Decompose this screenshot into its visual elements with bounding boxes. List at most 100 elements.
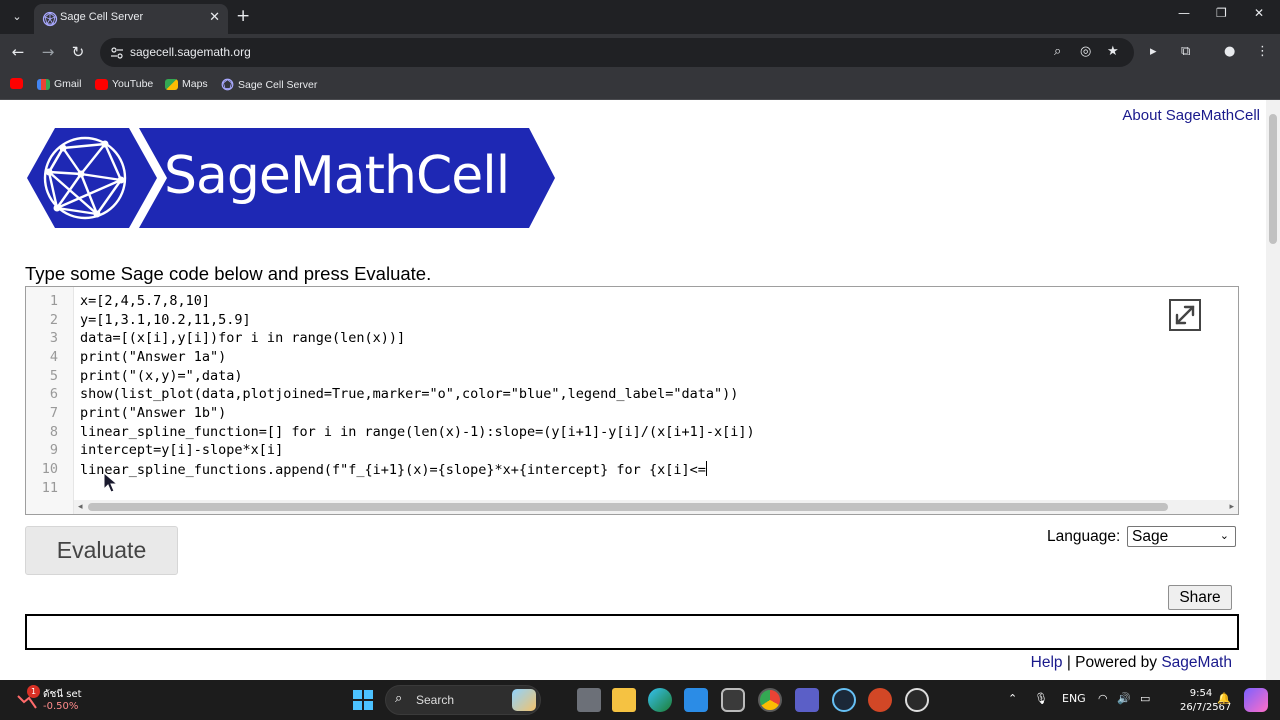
bookmark-youtube[interactable]: YouTube: [95, 78, 153, 90]
eye-off-icon[interactable]: ◎: [1080, 44, 1091, 59]
bookmark-star-icon[interactable]: ★: [1107, 44, 1119, 59]
footer-separator: | Powered by: [1062, 654, 1162, 671]
code-line-text: linear_spline_functions.append(f"f_{i+1}…: [80, 462, 706, 478]
browser-toolbar: ← → ↻ sagecell.sagemath.org ⌕ ◎ ★ ▸ ⧉ ● …: [0, 34, 1280, 72]
bookmark-gmail[interactable]: Gmail: [37, 78, 81, 90]
instructions-text: Type some Sage code below and press Eval…: [25, 263, 432, 284]
profile-icon[interactable]: ●: [1224, 44, 1235, 59]
chrome-icon[interactable]: [758, 688, 782, 712]
sagemathcell-logo: SageMathCell: [27, 128, 555, 228]
text-caret: [705, 461, 707, 476]
line-number: 11: [41, 480, 58, 496]
scroll-left-icon[interactable]: ◂: [78, 500, 83, 514]
bookmark-sage-cell-server[interactable]: Sage Cell Server: [221, 78, 317, 91]
input-language[interactable]: ENG: [1062, 692, 1086, 705]
window-close-icon[interactable]: ✕: [1254, 6, 1264, 20]
windows-taskbar: 1 ดัชนี set -0.50% ⌕ Search ⌃ 🎙 ENG ◠ 🔊 …: [0, 680, 1280, 720]
back-icon[interactable]: ←: [8, 43, 28, 61]
code-line[interactable]: x=[2,4,5.7,8,10]: [80, 293, 210, 309]
stock-widget[interactable]: 1 ดัชนี set -0.50%: [16, 685, 106, 715]
code-line[interactable]: y=[1,3.1,10.2,11,5.9]: [80, 312, 251, 328]
line-number: 6: [49, 386, 58, 402]
line-number: 1: [49, 293, 58, 309]
line-number: 2: [49, 312, 58, 328]
code-line[interactable]: data=[(x[i],y[i])for i in range(len(x))]: [80, 330, 405, 346]
widget-name: ดัชนี set: [43, 689, 82, 700]
extensions-icon[interactable]: ⧉: [1181, 44, 1190, 59]
bookmarks-bar: Gmail YouTube Maps Sage Cell Server: [0, 72, 1280, 100]
code-line[interactable]: show(list_plot(data,plotjoined=True,mark…: [80, 386, 738, 402]
edge-icon[interactable]: [648, 688, 672, 712]
mouse-cursor-icon: [103, 472, 119, 493]
forward-icon[interactable]: →: [38, 43, 58, 61]
media-icon[interactable]: ▸: [1150, 44, 1157, 59]
menu-icon[interactable]: ⋮: [1256, 44, 1269, 59]
tab-search-chevron-icon[interactable]: ⌄: [7, 7, 27, 27]
battery-icon[interactable]: ▭: [1140, 692, 1150, 705]
share-button[interactable]: Share: [1168, 585, 1232, 610]
reload-icon[interactable]: ↻: [68, 43, 88, 61]
language-selected-value: Sage: [1132, 528, 1169, 545]
app-icon[interactable]: [721, 688, 745, 712]
site-info-icon[interactable]: [110, 46, 124, 60]
output-area: [25, 614, 1239, 650]
gmail-icon: [37, 78, 50, 90]
windows-start-icon[interactable]: [351, 688, 375, 712]
line-number: 4: [49, 349, 58, 365]
line-number-gutter: 1 2 3 4 5 6 7 8 9 10 11: [26, 287, 74, 514]
code-line-current[interactable]: linear_spline_functions.append(f"f_{i+1}…: [80, 461, 707, 478]
bookmark-maps[interactable]: Maps: [165, 78, 208, 90]
file-explorer-icon[interactable]: [612, 688, 636, 712]
tab-strip: ⌄ Sage Cell Server ✕ + — ❐ ✕: [0, 0, 1280, 34]
page-vertical-scrollbar[interactable]: [1266, 100, 1280, 680]
store-icon[interactable]: [684, 688, 708, 712]
scrollbar-thumb[interactable]: [88, 503, 1168, 511]
new-tab-icon[interactable]: +: [236, 6, 250, 26]
horizontal-scrollbar[interactable]: ◂ ▸: [74, 500, 1238, 514]
steam-icon[interactable]: [832, 688, 856, 712]
line-number: 8: [49, 424, 58, 440]
search-label: Search: [416, 693, 455, 707]
address-bar[interactable]: sagecell.sagemath.org ⌕ ◎ ★: [100, 38, 1134, 67]
footer: Help | Powered by SageMath: [1031, 654, 1232, 672]
tab-sage-cell-server[interactable]: Sage Cell Server ✕: [34, 4, 228, 34]
code-line[interactable]: print("(x,y)=",data): [80, 368, 243, 384]
tab-close-icon[interactable]: ✕: [209, 10, 220, 25]
copilot-icon[interactable]: [1244, 688, 1268, 712]
clock-time: 9:54: [1189, 688, 1213, 699]
powerpoint-icon[interactable]: [868, 688, 892, 712]
expand-arrows-icon: [1175, 305, 1195, 325]
microphone-icon[interactable]: 🎙: [1034, 692, 1048, 705]
code-line[interactable]: print("Answer 1a"): [80, 349, 226, 365]
app-icon[interactable]: [795, 688, 819, 712]
zoom-icon[interactable]: ⌕: [1054, 44, 1061, 59]
restore-icon[interactable]: ❐: [1216, 6, 1227, 20]
code-editor[interactable]: 1 2 3 4 5 6 7 8 9 10 11 x=[2,4,5.7,8,10]…: [25, 286, 1239, 515]
code-line[interactable]: print("Answer 1b"): [80, 405, 226, 421]
evaluate-button[interactable]: Evaluate: [25, 526, 178, 575]
code-line[interactable]: linear_spline_function=[] for i in range…: [80, 424, 755, 440]
notification-bell-icon[interactable]: 🔔: [1217, 692, 1231, 705]
language-label: Language:: [1047, 528, 1121, 545]
about-sagemathcell-link[interactable]: About SageMathCell: [1122, 107, 1260, 124]
task-view-icon[interactable]: [577, 688, 601, 712]
line-number: 3: [49, 330, 58, 346]
fullscreen-expand-button[interactable]: [1169, 299, 1201, 331]
volume-icon[interactable]: 🔊: [1117, 692, 1131, 705]
search-highlight-icon: [512, 689, 536, 711]
bookmark-youtube-icon[interactable]: [10, 78, 23, 89]
clock[interactable]: 9:54 26/7/2567: [1180, 687, 1231, 715]
app-icon[interactable]: [905, 688, 929, 712]
code-line[interactable]: intercept=y[i]-slope*x[i]: [80, 442, 283, 458]
wifi-icon[interactable]: ◠: [1098, 692, 1108, 705]
sagemath-link[interactable]: SageMath: [1161, 654, 1232, 671]
taskbar-search[interactable]: ⌕ Search: [385, 685, 541, 715]
help-link[interactable]: Help: [1031, 654, 1063, 671]
url-text: sagecell.sagemath.org: [130, 45, 251, 59]
minimize-icon[interactable]: —: [1178, 6, 1190, 20]
scroll-right-icon[interactable]: ▸: [1229, 500, 1234, 514]
page-scrollbar-thumb[interactable]: [1269, 114, 1277, 244]
language-select[interactable]: Sage ⌄: [1127, 526, 1236, 547]
search-icon: ⌕: [395, 691, 403, 706]
show-hidden-icons[interactable]: ⌃: [1008, 692, 1017, 705]
